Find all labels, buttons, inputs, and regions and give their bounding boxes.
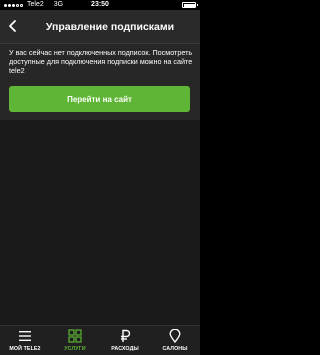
tab-label: САЛОНЫ xyxy=(162,346,188,352)
navigation-header: Управление подписками xyxy=(0,10,200,44)
tab-services[interactable]: УСЛУГИ xyxy=(50,326,100,355)
tab-label: УСЛУГИ xyxy=(64,346,86,352)
ruble-icon xyxy=(118,329,132,343)
battery-icon xyxy=(182,2,198,8)
battery-fill xyxy=(183,3,195,7)
grid-icon xyxy=(68,329,82,343)
hamburger-menu-icon xyxy=(18,329,32,343)
no-subscriptions-message: У вас сейчас нет подключенных подписок. … xyxy=(9,48,193,75)
status-bar: Tele2 3G 23:50 xyxy=(0,0,200,10)
tab-bar: МОЙ TELE2 УСЛУГИ РАСХОДЫ САЛОНЫ xyxy=(0,325,200,355)
map-pin-icon xyxy=(168,329,182,343)
main-content: У вас сейчас нет подключенных подписок. … xyxy=(0,44,200,325)
tab-stores[interactable]: САЛОНЫ xyxy=(150,326,200,355)
tab-label: РАСХОДЫ xyxy=(111,346,139,352)
page-title: Управление подписками xyxy=(45,21,175,33)
back-button[interactable] xyxy=(2,15,24,37)
info-card: У вас сейчас нет подключенных подписок. … xyxy=(0,44,200,120)
tab-my-tele2[interactable]: МОЙ TELE2 xyxy=(0,326,50,355)
status-time: 23:50 xyxy=(91,1,109,8)
go-to-site-button[interactable]: Перейти на сайт xyxy=(9,86,190,112)
chevron-left-icon xyxy=(9,20,16,32)
tab-label: МОЙ TELE2 xyxy=(9,346,41,352)
tab-expenses[interactable]: РАСХОДЫ xyxy=(100,326,150,355)
screen: Tele2 3G 23:50 Управление подписками У в… xyxy=(0,0,200,355)
